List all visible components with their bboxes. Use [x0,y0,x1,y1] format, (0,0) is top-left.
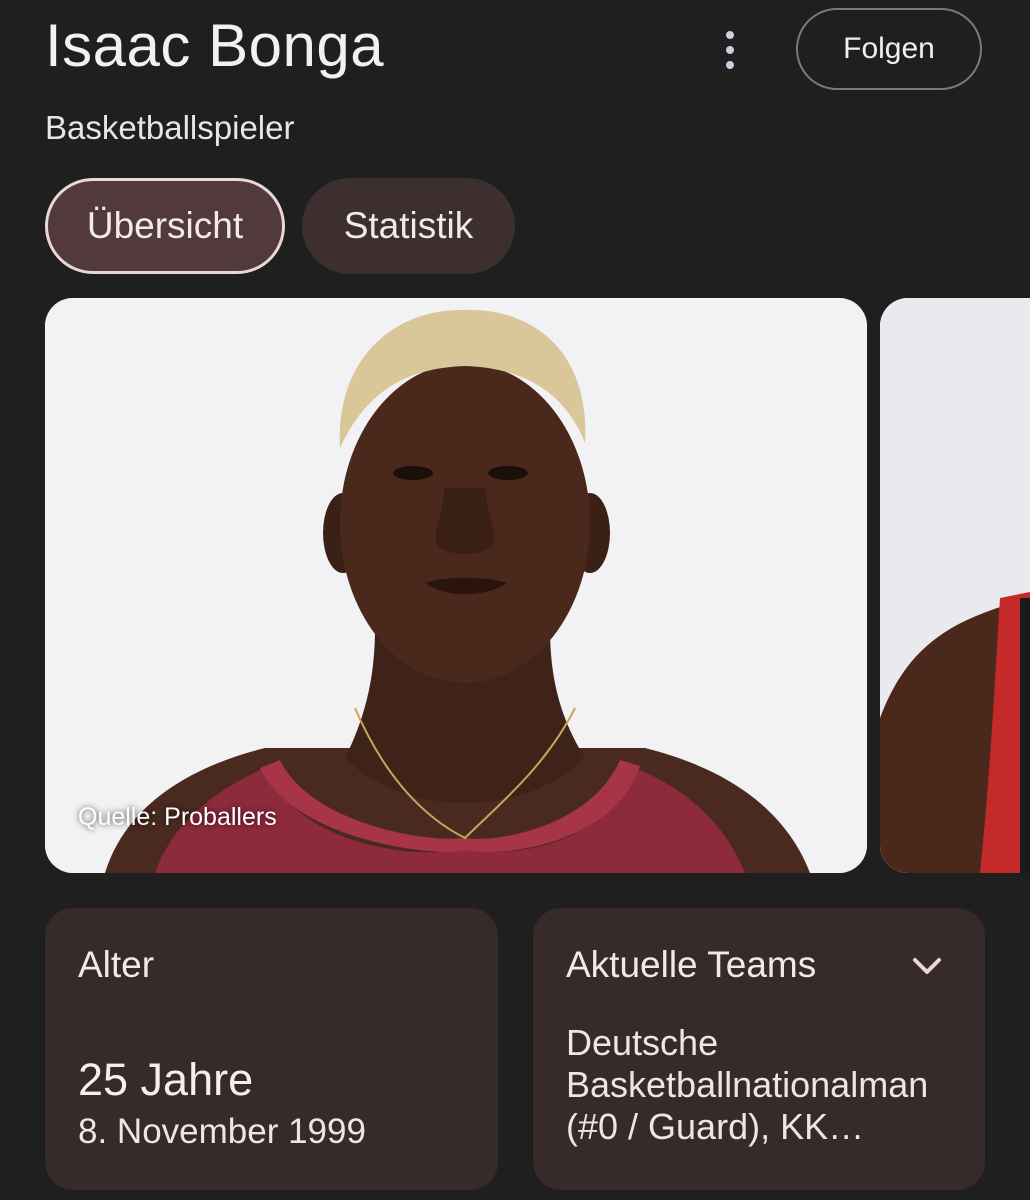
player-portrait-image-2 [880,298,1030,873]
more-vertical-icon [726,31,734,39]
age-card[interactable]: Alter 25 Jahre 8. November 1999 [45,908,498,1190]
player-photo[interactable] [45,298,867,873]
current-teams-text: Deutsche Basketballnationalman (#0 / Gua… [566,1022,929,1147]
chevron-down-icon[interactable] [909,948,945,984]
current-teams-card[interactable]: Aktuelle Teams Deutsche Basketballnation… [533,908,985,1190]
birth-date: 8. November 1999 [78,1112,366,1151]
age-value: 25 Jahre [78,1054,254,1105]
tab-statistics[interactable]: Statistik [302,178,515,274]
more-options-button[interactable] [700,20,760,80]
current-teams-label: Aktuelle Teams [566,944,817,985]
player-photo-secondary[interactable] [880,298,1030,873]
tab-overview[interactable]: Übersicht [45,178,285,274]
follow-button[interactable]: Folgen [796,8,982,90]
page-title: Isaac Bonga [45,12,385,79]
image-source-caption: Quelle: Proballers [78,803,277,831]
page-subtitle: Basketballspieler [45,109,295,146]
player-portrait-image [45,298,867,873]
age-label: Alter [78,944,155,985]
